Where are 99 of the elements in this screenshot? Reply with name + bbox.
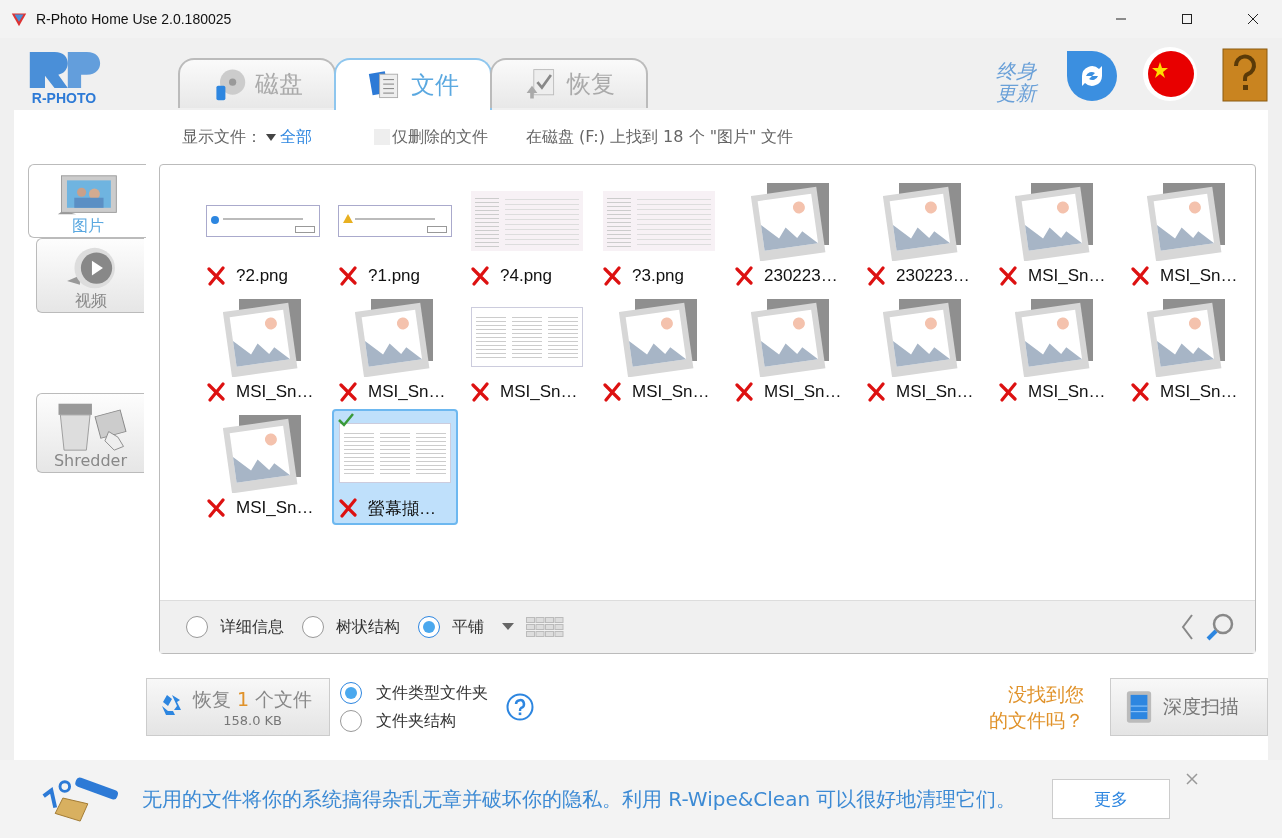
file-name: MSI_Sn… [236, 498, 314, 518]
radio-button[interactable] [340, 710, 362, 732]
file-name: 230223… [896, 266, 970, 286]
file-name: MSI_Sn… [1028, 382, 1106, 402]
deep-scan-button[interactable]: 深度扫描 [1110, 678, 1268, 736]
file-tile[interactable]: 230223… [728, 177, 854, 293]
file-tile[interactable]: MSI_Sn… [200, 293, 326, 409]
file-tile[interactable]: MSI_Sn… [464, 293, 590, 409]
more-button[interactable]: 更多 [1052, 779, 1170, 819]
radio-button[interactable] [302, 616, 324, 638]
deleted-mark-icon [206, 498, 226, 518]
search-icon[interactable] [1205, 612, 1235, 642]
file-name: MSI_Sn… [764, 382, 842, 402]
file-tile[interactable]: ?2.png [200, 177, 326, 293]
image-placeholder-icon [883, 297, 963, 377]
file-filter-dropdown[interactable]: 全部 [262, 126, 316, 148]
image-placeholder-icon [751, 297, 831, 377]
lifetime-update-label: 终身 更新 [996, 60, 1036, 104]
chinese-flag-icon[interactable] [1142, 46, 1198, 102]
file-name: ?4.png [500, 266, 552, 286]
file-name: ?1.png [368, 266, 420, 286]
deleted-mark-icon [998, 382, 1018, 402]
scanner-icon [1125, 689, 1153, 725]
structure-option-label: 文件类型文件夹 [376, 682, 488, 704]
file-tile[interactable]: MSI_Sn… [332, 293, 458, 409]
deleted-mark-icon [866, 382, 886, 402]
view-mode-label: 平铺 [452, 616, 484, 638]
deleted-mark-icon [338, 382, 358, 402]
file-name: MSI_Sn… [1160, 382, 1238, 402]
structure-option-label: 文件夹结构 [376, 710, 456, 732]
deleted-mark-icon [470, 382, 490, 402]
radio-button[interactable] [340, 682, 362, 704]
file-name: MSI_Sn… [368, 382, 446, 402]
deleted-mark-icon [338, 266, 358, 286]
view-mode-label: 树状结构 [336, 616, 400, 638]
file-tile[interactable]: MSI_Sn… [992, 293, 1118, 409]
file-tile[interactable]: MSI_Sn… [1124, 293, 1250, 409]
file-tile[interactable]: MSI_Sn… [860, 293, 986, 409]
deleted-mark-icon [734, 382, 754, 402]
image-placeholder-icon [883, 181, 963, 261]
file-tile[interactable]: ?1.png [332, 177, 458, 293]
tile-size-icon[interactable] [526, 617, 564, 637]
logo-text: R-PHOTO [31, 90, 97, 106]
file-tile[interactable]: MSI_Sn… [992, 177, 1118, 293]
image-placeholder-icon [223, 297, 303, 377]
image-placeholder-icon [1147, 297, 1227, 377]
deleted-mark-icon [206, 382, 226, 402]
not-found-prompt: 没找到您 的文件吗？ [989, 682, 1084, 733]
file-name: MSI_Sn… [1028, 266, 1106, 286]
file-tile[interactable]: 螢幕擷… [332, 409, 458, 525]
deleted-mark-icon [998, 266, 1018, 286]
deleted-mark-icon [1130, 382, 1150, 402]
dropdown-caret-icon[interactable] [502, 623, 514, 631]
deleted-mark-icon [1130, 266, 1150, 286]
radio-button[interactable] [186, 616, 208, 638]
image-placeholder-icon [619, 297, 699, 377]
file-name: MSI_Sn… [500, 382, 578, 402]
image-placeholder-icon [1015, 297, 1095, 377]
file-name: MSI_Sn… [896, 382, 974, 402]
file-name: MSI_Sn… [1160, 266, 1238, 286]
deleted-mark-icon [866, 266, 886, 286]
deleted-mark-icon [602, 266, 622, 286]
image-placeholder-icon [751, 181, 831, 261]
file-tile[interactable]: MSI_Sn… [1124, 177, 1250, 293]
close-icon [1247, 13, 1259, 25]
file-name: 螢幕擷… [368, 497, 436, 520]
refresh-icon[interactable] [1066, 50, 1118, 102]
file-tile[interactable]: MSI_Sn… [200, 409, 326, 525]
file-tile[interactable]: MSI_Sn… [596, 293, 722, 409]
file-name: 230223… [764, 266, 838, 286]
file-name: MSI_Sn… [632, 382, 710, 402]
found-summary: 在磁盘 (F:) 上找到 18 个 "图片" 文件 [526, 126, 794, 148]
deleted-mark-icon [602, 382, 622, 402]
image-placeholder-icon [1015, 181, 1095, 261]
help-icon[interactable] [1222, 48, 1268, 102]
image-placeholder-icon [223, 413, 303, 493]
deleted-mark-icon [470, 266, 490, 286]
help-icon[interactable] [506, 693, 534, 721]
image-placeholder-icon [355, 297, 435, 377]
file-name: ?2.png [236, 266, 288, 286]
close-icon [1186, 773, 1198, 785]
show-files-label: 显示文件： [182, 126, 262, 148]
image-placeholder-icon [1147, 181, 1227, 261]
file-tile[interactable]: 230223… [860, 177, 986, 293]
file-name: MSI_Sn… [236, 382, 314, 402]
file-tile[interactable]: MSI_Sn… [728, 293, 854, 409]
deleted-mark-icon [206, 266, 226, 286]
maximize-icon [1181, 13, 1193, 25]
deleted-mark-icon [734, 266, 754, 286]
deleted-only-label: 仅删除的文件 [392, 126, 488, 148]
file-tile[interactable]: ?4.png [464, 177, 590, 293]
file-tile[interactable]: ?3.png [596, 177, 722, 293]
promo-message: 无用的文件将你的系统搞得杂乱无章并破坏你的隐私。利用 R-Wipe&Clean 可以很好地清理它们。 [142, 789, 1018, 809]
view-mode-label: 详细信息 [220, 616, 284, 638]
radio-button[interactable] [418, 616, 440, 638]
file-name: ?3.png [632, 266, 684, 286]
window-title: R-Photo Home Use 2.0.180025 [36, 11, 232, 27]
recover-button[interactable]: 恢复 1 个文件 158.0 KB [146, 678, 330, 736]
deleted-mark-icon [338, 498, 358, 518]
